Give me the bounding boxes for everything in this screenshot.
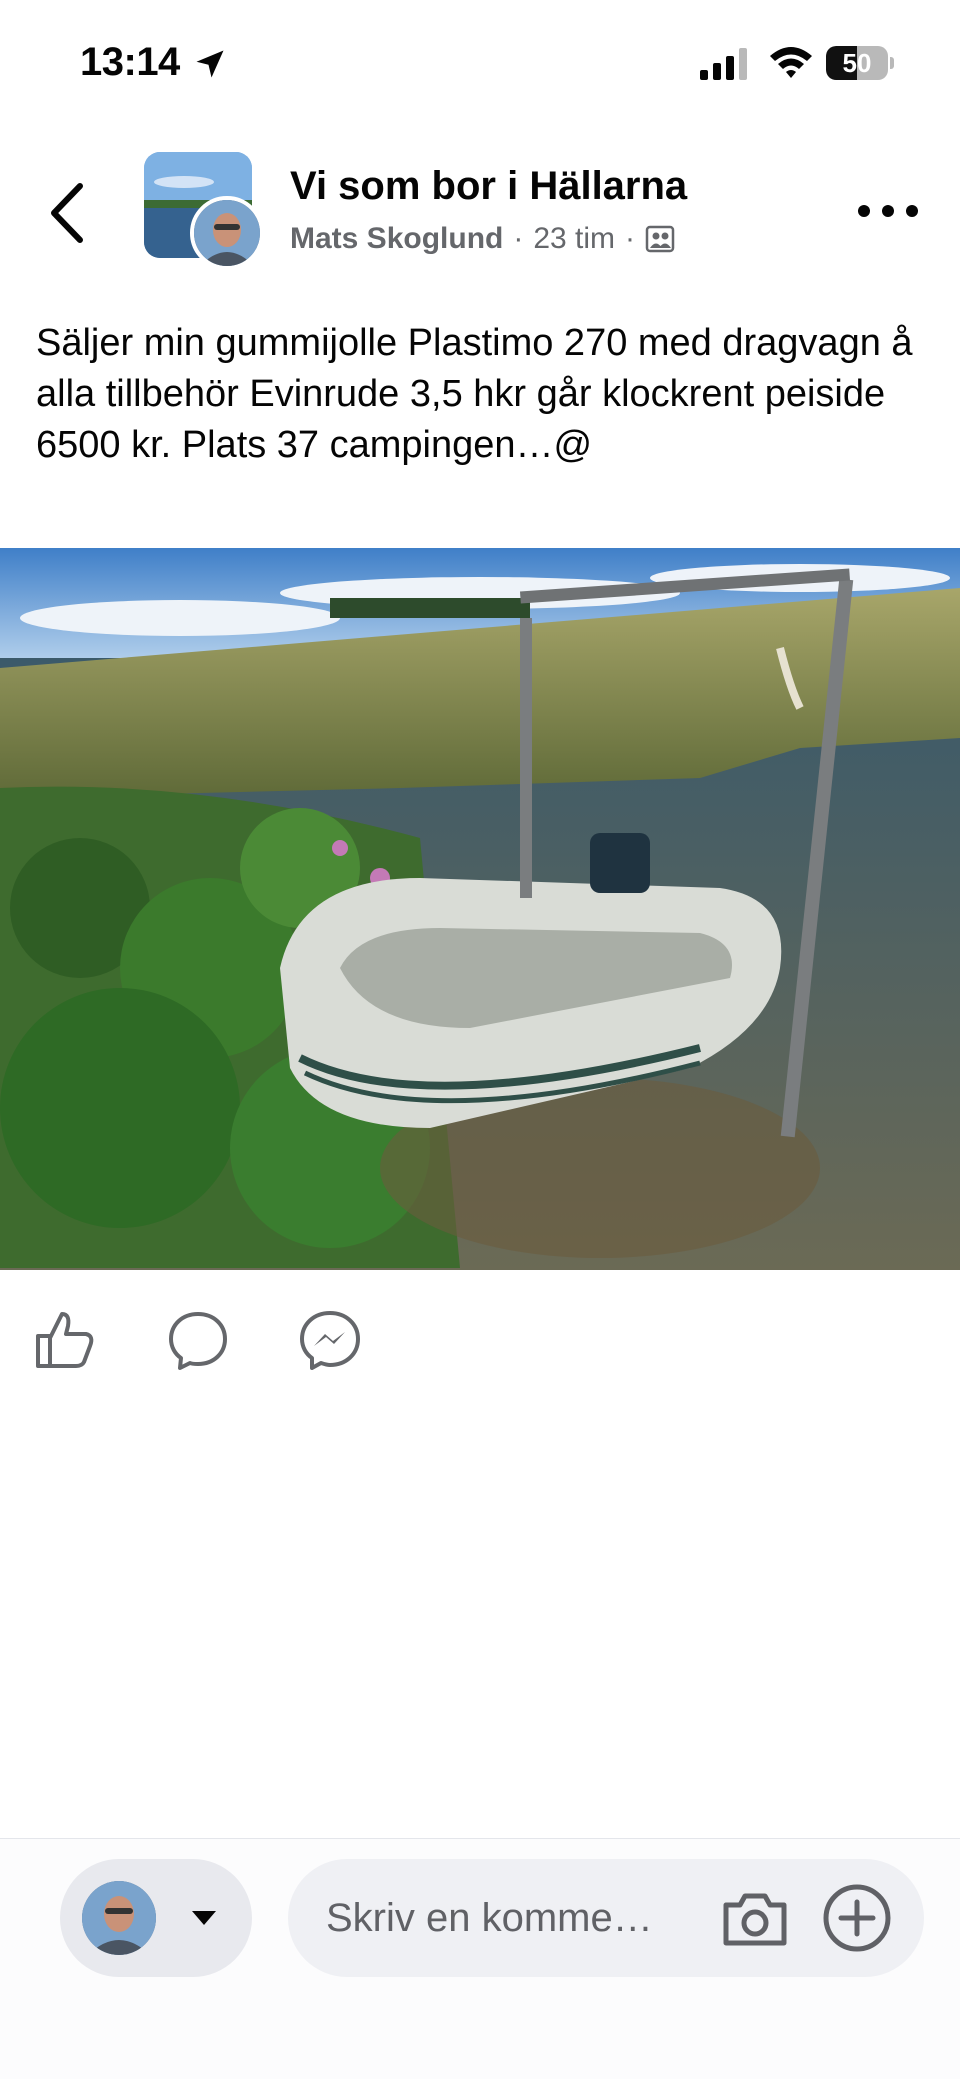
location-arrow-icon (196, 50, 224, 78)
messenger-share-icon[interactable] (298, 1308, 362, 1372)
caret-down-icon (192, 1911, 216, 1925)
post-text: Säljer min gummijolle Plastimo 270 med d… (36, 322, 913, 466)
meta-separator: · (625, 222, 636, 255)
cellular-signal-icon (700, 48, 747, 80)
more-options-button[interactable] (858, 196, 918, 226)
comment-icon[interactable] (166, 1308, 230, 1372)
post-time[interactable]: 23 tim (533, 222, 615, 256)
comment-input[interactable]: Skriv en komme… (288, 1859, 924, 1977)
battery-indicator: 50 (826, 46, 894, 80)
author-name[interactable]: Mats Skoglund (290, 222, 503, 256)
status-bar: 13:14 50 (0, 0, 960, 120)
comment-placeholder: Skriv en komme… (326, 1896, 653, 1940)
wifi-icon (770, 47, 812, 78)
camera-icon[interactable] (720, 1889, 790, 1949)
avatar (82, 1881, 156, 1955)
status-time: 13:14 (80, 40, 180, 84)
profile-switcher[interactable] (60, 1859, 252, 1977)
back-chevron-icon[interactable] (40, 178, 100, 248)
comment-composer: Skriv en komme… (0, 1838, 960, 2079)
more-dots-icon (858, 205, 870, 217)
group-icon (645, 225, 675, 253)
group-name[interactable]: Vi som bor i Hällarna (290, 164, 687, 209)
post-photo[interactable] (0, 548, 960, 1270)
author-avatar[interactable] (190, 196, 264, 270)
like-icon[interactable] (34, 1308, 98, 1372)
battery-percent: 50 (842, 48, 872, 78)
post-actions (0, 1300, 960, 1380)
post-meta: Mats Skoglund · 23 tim · (290, 222, 675, 256)
meta-separator: · (513, 222, 524, 255)
plus-icon[interactable] (822, 1883, 892, 1953)
